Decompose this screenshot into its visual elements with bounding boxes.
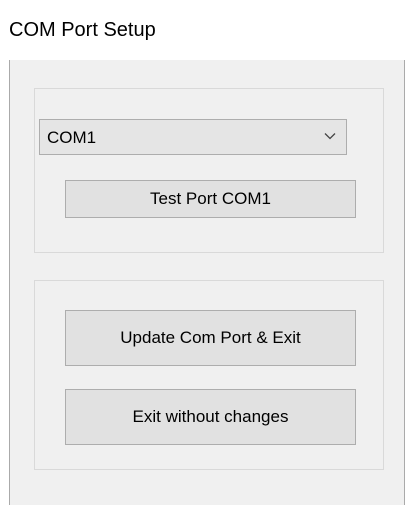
dialog-body: COM1 Test Port COM1 Update Com Port & Ex… bbox=[9, 60, 405, 505]
window-title: COM Port Setup bbox=[9, 19, 156, 41]
test-port-button[interactable]: Test Port COM1 bbox=[65, 180, 356, 218]
com-port-dropdown[interactable]: COM1 bbox=[39, 119, 347, 155]
port-selection-group bbox=[34, 88, 384, 253]
com-port-setup-window: COM Port Setup COM1 Test Port COM1 Updat… bbox=[0, 0, 411, 505]
com-port-selected-value: COM1 bbox=[47, 128, 97, 147]
chevron-down-icon bbox=[324, 133, 336, 140]
title-bar[interactable]: COM Port Setup bbox=[0, 0, 404, 60]
exit-without-changes-button[interactable]: Exit without changes bbox=[65, 389, 356, 445]
update-com-port-exit-button[interactable]: Update Com Port & Exit bbox=[65, 310, 356, 366]
